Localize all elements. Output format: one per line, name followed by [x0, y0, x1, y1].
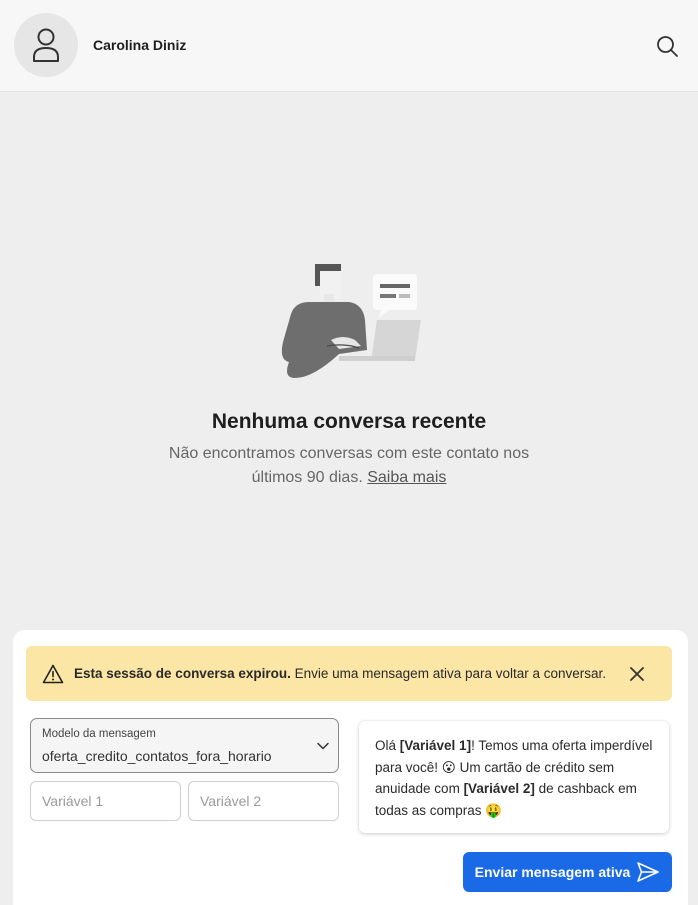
- avatar[interactable]: [14, 13, 78, 77]
- alert-body: Envie uma mensagem ativa para voltar a c…: [294, 666, 607, 681]
- alert-close-button[interactable]: [626, 663, 648, 685]
- alert-message: Esta sessão de conversa expirou. Envie u…: [74, 666, 606, 681]
- search-icon: [657, 36, 678, 57]
- alert-title: Esta sessão de conversa expirou.: [74, 666, 291, 681]
- chevron-down-icon: [317, 742, 329, 750]
- variable-1-input[interactable]: [30, 781, 181, 821]
- message-template-select[interactable]: Modelo da mensagem oferta_credito_contat…: [30, 718, 339, 773]
- empty-state-title: Nenhuma conversa recente: [211, 410, 487, 433]
- message-preview: Olá [Variável 1]! Temos uma oferta imper…: [359, 721, 669, 833]
- session-expired-alert: Esta sessão de conversa expirou. Envie u…: [26, 646, 672, 701]
- learn-more-link[interactable]: Saiba mais: [367, 469, 446, 486]
- send-icon: [637, 862, 660, 882]
- preview-variable-1: [Variável 1]: [399, 738, 472, 753]
- empty-state-description: Não encontramos conversas com este conta…: [149, 442, 549, 490]
- warning-icon: [42, 664, 64, 683]
- preview-text-1: Olá: [375, 738, 400, 753]
- variable-2-input[interactable]: [188, 781, 339, 821]
- empty-state: Nenhuma conversa recente Não encontramos…: [0, 250, 698, 490]
- send-button-label: Enviar mensagem ativa: [474, 864, 631, 880]
- empty-state-text: Não encontramos conversas com este conta…: [168, 445, 530, 486]
- chat-header: Carolina Diniz: [0, 0, 698, 92]
- search-button[interactable]: [654, 33, 680, 59]
- composer-panel: Esta sessão de conversa expirou. Envie u…: [13, 630, 688, 905]
- contact-name[interactable]: Carolina Diniz: [93, 37, 186, 53]
- template-select-label: Modelo da mensagem: [42, 728, 156, 740]
- close-icon: [630, 667, 644, 681]
- user-icon: [33, 28, 59, 62]
- preview-variable-2: [Variável 2]: [463, 781, 535, 796]
- person-laptop-illustration: [281, 264, 421, 378]
- send-active-message-button[interactable]: Enviar mensagem ativa: [463, 852, 672, 892]
- template-select-value: oferta_credito_contatos_fora_horario: [42, 748, 272, 764]
